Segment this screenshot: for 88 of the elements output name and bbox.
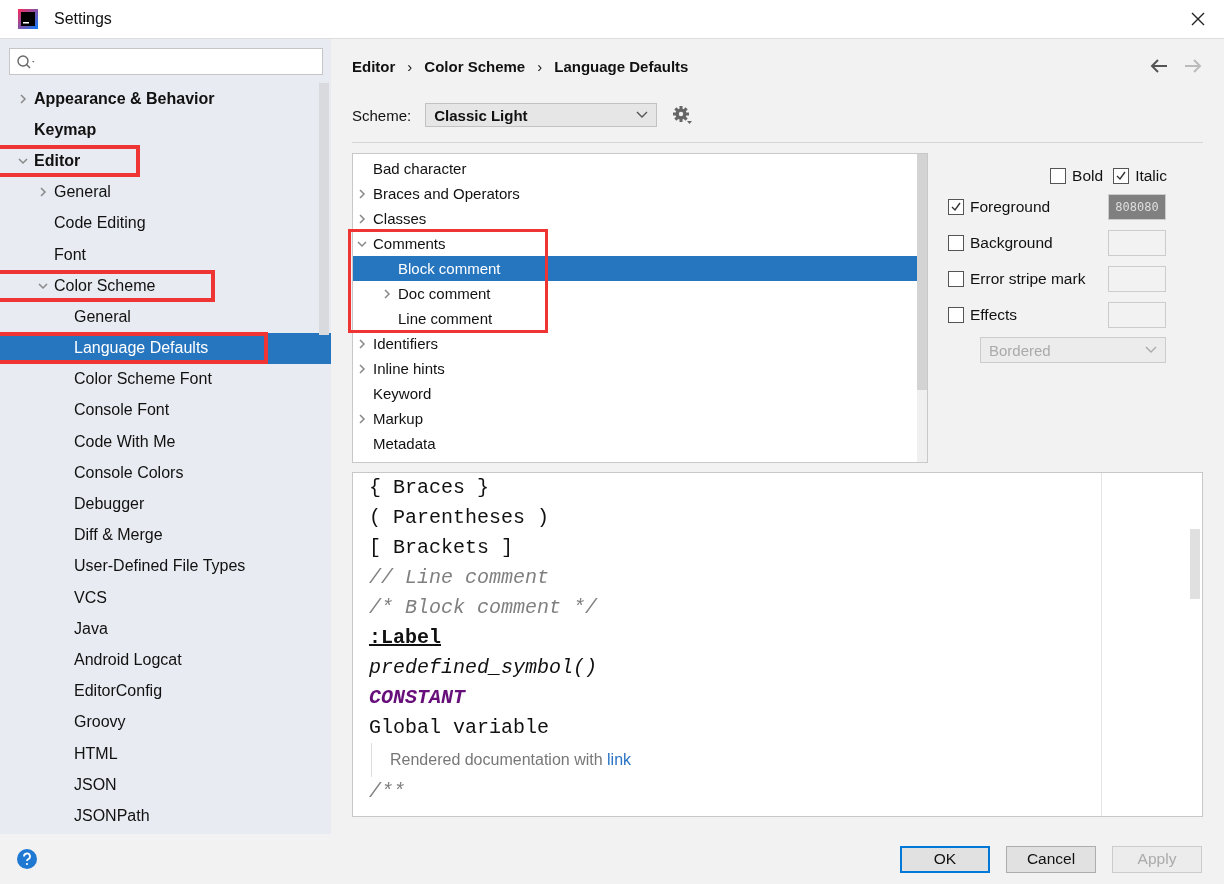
attribute-item[interactable]: Inline hints: [353, 356, 917, 381]
sidebar-item[interactable]: General: [0, 301, 331, 333]
scrollbar-thumb[interactable]: [917, 154, 927, 390]
sidebar-item[interactable]: JSONPath: [0, 800, 331, 832]
breadcrumb[interactable]: Language Defaults: [554, 57, 689, 75]
attribute-item[interactable]: Braces and Operators: [353, 181, 917, 206]
sidebar-item[interactable]: Code Editing: [0, 207, 331, 239]
breadcrumb-separator: ›: [537, 57, 543, 75]
checkmark-icon: [950, 201, 962, 213]
code-line: { Braces }: [369, 475, 491, 501]
scrollbar-thumb[interactable]: [319, 83, 329, 335]
sidebar-item[interactable]: Console Font: [0, 394, 331, 427]
sidebar-item[interactable]: Editor: [0, 145, 331, 177]
sidebar-item[interactable]: JSON: [0, 769, 331, 801]
attribute-item[interactable]: Line comment: [353, 306, 917, 331]
attribute-item[interactable]: Metadata: [353, 431, 917, 456]
chevron-right-icon[interactable]: [18, 93, 28, 104]
code-line: /**: [369, 779, 406, 805]
checkbox[interactable]: Foreground: [948, 198, 1051, 216]
code-line: predefined_symbol(): [369, 655, 599, 681]
breadcrumb-separator: ›: [407, 57, 413, 75]
checkbox[interactable]: Bold: [1050, 163, 1104, 189]
chevron-down-icon[interactable]: [357, 238, 367, 249]
code-line: :Label: [369, 625, 442, 651]
chevron-right-icon[interactable]: [382, 288, 392, 299]
checkbox[interactable]: Background: [948, 234, 1053, 252]
attribute-item[interactable]: Comments: [353, 231, 917, 256]
checkmark-icon: [1115, 170, 1128, 182]
chevron-right-icon[interactable]: [357, 213, 367, 224]
attribute-item[interactable]: Doc comment: [353, 281, 917, 306]
attribute-item[interactable]: Classes: [353, 206, 917, 231]
attribute-item[interactable]: Keyword: [353, 381, 917, 406]
checkbox[interactable]: Italic: [1113, 163, 1167, 189]
color-swatch[interactable]: [1108, 302, 1166, 328]
chevron-right-icon[interactable]: [357, 338, 367, 349]
scrollbar-thumb[interactable]: [1190, 529, 1200, 599]
breadcrumb[interactable]: Editor: [352, 57, 396, 75]
sidebar-item[interactable]: Java: [0, 613, 331, 645]
close-icon[interactable]: [1190, 11, 1206, 27]
code-line: CONSTANT: [369, 685, 467, 711]
code-line: /* Block comment */: [369, 595, 599, 621]
checkbox[interactable]: Error stripe mark: [948, 270, 1086, 288]
chevron-right-icon[interactable]: [357, 413, 367, 424]
chevron-right-icon[interactable]: [38, 187, 48, 198]
link[interactable]: link: [607, 751, 632, 768]
chevron-down-icon[interactable]: [38, 280, 48, 291]
attribute-item[interactable]: Markup: [353, 406, 917, 431]
sidebar-item[interactable]: Android Logcat: [0, 644, 331, 676]
color-swatch[interactable]: [1108, 266, 1166, 292]
chevron-right-icon[interactable]: [357, 188, 367, 199]
sidebar-item[interactable]: HTML: [0, 737, 331, 770]
sidebar-item[interactable]: Code With Me: [0, 426, 331, 458]
dialog-button[interactable]: Cancel: [1006, 845, 1096, 873]
chevron-down-icon[interactable]: [18, 155, 28, 166]
sidebar-item[interactable]: Console Colors: [0, 457, 331, 489]
sidebar-item[interactable]: Color Scheme Font: [0, 363, 331, 395]
sidebar-item[interactable]: Color Scheme: [0, 270, 331, 302]
code-line: ( Parentheses ): [369, 505, 551, 531]
chevron-right-icon[interactable]: [357, 363, 367, 374]
sidebar-item[interactable]: Diff & Merge: [0, 519, 331, 551]
attribute-item[interactable]: Bad character: [353, 156, 917, 181]
sidebar-item[interactable]: Debugger: [0, 488, 331, 520]
scheme-dropdown[interactable]: Classic Light: [425, 103, 658, 127]
sidebar-item[interactable]: General: [0, 176, 331, 208]
settings-icon[interactable]: [671, 104, 694, 126]
sidebar-item[interactable]: VCS: [0, 582, 331, 614]
scheme-label: Scheme:: [352, 106, 412, 124]
search-field[interactable]: [9, 48, 323, 75]
code-line: [ Brackets ]: [369, 535, 515, 561]
sidebar-item[interactable]: EditorConfig: [0, 675, 331, 707]
attribute-item[interactable]: Block comment: [353, 256, 917, 281]
window-title: Settings: [54, 10, 112, 28]
checkbox[interactable]: Effects: [948, 306, 1018, 324]
dialog-button[interactable]: OK: [900, 845, 990, 873]
sidebar-item[interactable]: Keymap: [0, 114, 331, 146]
sidebar-item[interactable]: Font: [0, 238, 331, 271]
back-arrow-icon[interactable]: [1149, 58, 1169, 74]
code-line: // Line comment: [369, 565, 551, 591]
code-line: Global variable: [369, 715, 551, 741]
sidebar-item[interactable]: Appearance & Behavior: [0, 83, 331, 115]
attribute-item[interactable]: Identifiers: [353, 331, 917, 356]
help-icon[interactable]: [16, 848, 38, 870]
color-swatch[interactable]: [1108, 230, 1166, 256]
app-logo-icon: [18, 9, 38, 29]
breadcrumb[interactable]: Color Scheme: [424, 57, 526, 75]
sidebar-item[interactable]: Groovy: [0, 706, 331, 738]
sidebar-item[interactable]: User-Defined File Types: [0, 550, 331, 582]
sidebar-item[interactable]: Language Defaults: [0, 332, 331, 364]
